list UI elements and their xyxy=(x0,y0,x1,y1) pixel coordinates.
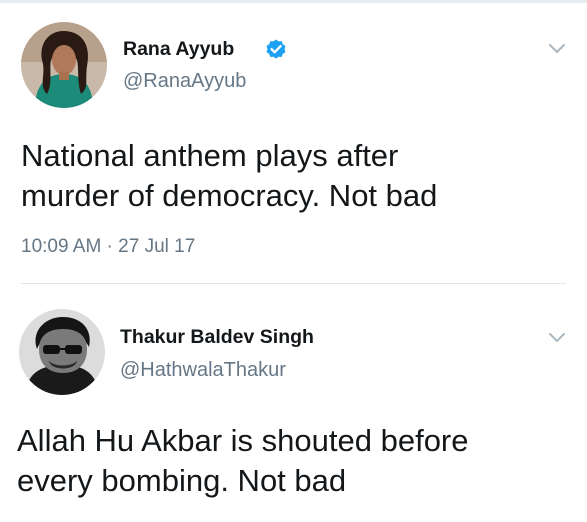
chevron-down-icon[interactable] xyxy=(548,43,566,55)
tweet-card[interactable]: Thakur Baldev Singh @HathwalaThakur Alla… xyxy=(0,283,587,522)
display-name[interactable]: Thakur Baldev Singh xyxy=(120,326,314,349)
tweet-text-line: National anthem plays after xyxy=(21,138,399,173)
tweet-card[interactable]: Rana Ayyub @RanaAyyub National anthem pl… xyxy=(0,0,587,281)
tweet-text: National anthem plays after murder of de… xyxy=(21,136,581,216)
verified-badge-icon xyxy=(264,38,288,62)
user-handle[interactable]: @RanaAyyub xyxy=(123,70,246,93)
avatar-man-sunglasses-photo xyxy=(19,309,105,395)
tweet-text-line: murder of democracy. Not bad xyxy=(21,178,438,213)
avatar[interactable] xyxy=(21,22,107,108)
avatar-woman-photo xyxy=(21,22,107,108)
tweet-text: Allah Hu Akbar is shouted before every b… xyxy=(17,421,577,501)
chevron-down-icon[interactable] xyxy=(548,332,566,344)
tweet-timestamp[interactable]: 10:09 AM · 27 Jul 17 xyxy=(21,236,195,258)
user-handle[interactable]: @HathwalaThakur xyxy=(120,359,286,382)
display-name[interactable]: Rana Ayyub xyxy=(123,38,234,61)
tweet-text-line: Allah Hu Akbar is shouted before xyxy=(17,423,469,458)
tweet-text-line: every bombing. Not bad xyxy=(17,463,347,498)
avatar[interactable] xyxy=(19,309,105,395)
